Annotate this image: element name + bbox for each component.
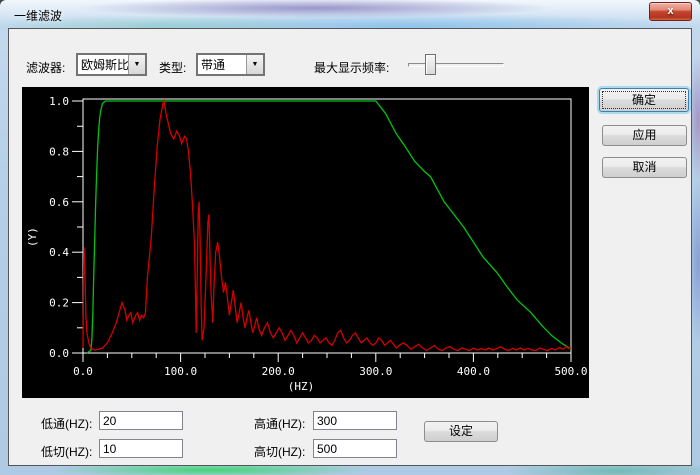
filter-dropdown[interactable]: 欧姆斯比 ▼	[76, 53, 147, 76]
type-dropdown[interactable]: 带通 ▼	[196, 53, 265, 76]
high-pass-input[interactable]	[313, 411, 397, 430]
apply-button[interactable]: 应用	[602, 125, 687, 146]
high-pass-label: 高通(HZ):	[254, 415, 305, 432]
high-cut-input[interactable]	[313, 439, 397, 458]
cancel-button[interactable]: 取消	[602, 157, 687, 178]
high-cut-label: 高切(HZ):	[254, 443, 305, 460]
y-tick-label: 0.8	[49, 145, 69, 158]
low-cut-input[interactable]	[99, 439, 183, 458]
low-cut-label: 低切(HZ):	[41, 443, 92, 460]
chevron-down-icon[interactable]: ▼	[246, 55, 263, 74]
x-tick-label: 400.0	[457, 365, 490, 378]
y-tick-label: 1.0	[49, 95, 69, 108]
close-button[interactable]: x	[649, 2, 692, 21]
window-title: 一维滤波	[14, 7, 62, 24]
x-tick-label: 500.0	[554, 365, 587, 378]
plot-background	[22, 87, 589, 398]
y-tick-label: 0.6	[49, 196, 69, 209]
set-button[interactable]: 设定	[424, 421, 498, 442]
max-frequency-label: 最大显示频率:	[314, 59, 389, 76]
y-axis-label: (Y)	[26, 227, 39, 247]
type-dropdown-value: 带通	[198, 56, 246, 73]
chevron-down-icon[interactable]: ▼	[128, 55, 145, 74]
x-tick-label: 200.0	[262, 365, 295, 378]
plot-panel: 0.0 0.2 0.4 0.6 0.8 1.0 0.0 100.0 200.0 300.0 400.…	[22, 87, 589, 398]
filter-dropdown-value: 欧姆斯比	[78, 56, 128, 73]
filter-label: 滤波器:	[26, 59, 65, 76]
y-tick-label: 0.2	[49, 297, 69, 310]
low-pass-label: 低通(HZ):	[41, 415, 92, 432]
x-tick-label: 0.0	[73, 365, 93, 378]
low-pass-input[interactable]	[99, 411, 183, 430]
ok-button[interactable]: 确定	[599, 88, 689, 112]
dialog-content: 滤波器: 欧姆斯比 ▼ 类型: 带通 ▼ 最大显示频率: 0.00.20.40.…	[8, 28, 692, 466]
dialog-window: 一维滤波 x 滤波器: 欧姆斯比 ▼ 类型: 带通 ▼ 最大显示频率: 0.00…	[0, 0, 700, 475]
slider-thumb[interactable]	[425, 54, 436, 75]
x-tick-label: 100.0	[164, 365, 197, 378]
x-tick-label: 300.0	[359, 365, 392, 378]
x-axis-label: (HZ)	[288, 380, 315, 393]
filter-plot: 0.0 0.2 0.4 0.6 0.8 1.0 0.0 100.0 200.0 300.0 400.…	[22, 87, 589, 398]
slider-track[interactable]	[408, 63, 504, 67]
y-tick-label: 0.4	[49, 246, 69, 259]
type-label: 类型:	[159, 59, 186, 76]
max-frequency-slider[interactable]	[408, 54, 504, 75]
y-tick-label: 0.0	[49, 347, 69, 360]
